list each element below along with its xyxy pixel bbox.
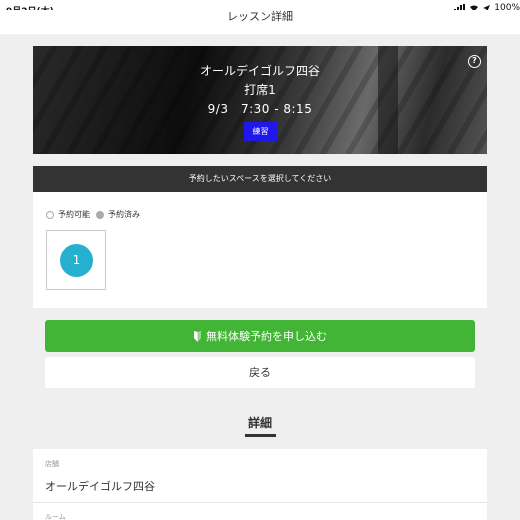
nav-bar: レッスン詳細 (0, 10, 520, 34)
store-label: 店舗 (45, 460, 59, 468)
space-select-panel: 予約可能 予約済み 1 (33, 192, 487, 308)
booked-dot-icon (96, 210, 104, 219)
available-dot-icon (46, 210, 54, 219)
seat-option[interactable]: 1 (46, 230, 106, 290)
details-section-title: 詳細 (247, 416, 272, 430)
room-label: ルーム (45, 513, 66, 520)
hero-store-name: オールデイゴルフ四谷 (199, 64, 320, 78)
question-circle-icon[interactable]: ? (468, 55, 481, 68)
legend-booked-label: 予約済み (108, 210, 140, 219)
lesson-hero-banner: オールデイゴルフ四谷 打席1 9/3 7:30 - 8:15 練習 ? (33, 46, 487, 154)
hero-datetime: 9/3 7:30 - 8:15 (207, 102, 313, 116)
seat-number[interactable]: 1 (60, 244, 93, 277)
lesson-type-badge: 練習 (244, 122, 277, 141)
seat-legend: 予約可能 予約済み (46, 209, 140, 220)
details-card: 店舗 オールデイゴルフ四谷 ルーム (33, 449, 487, 520)
beginner-leaf-icon (194, 330, 201, 342)
back-button[interactable]: 戻る (45, 357, 475, 388)
store-value: オールデイゴルフ四谷 (45, 480, 155, 493)
page-title: レッスン詳細 (227, 10, 293, 23)
details-divider (33, 502, 487, 503)
hero-seat-name: 打席1 (244, 83, 276, 97)
apply-free-trial-button[interactable]: 無料体験予約を申し込む (45, 320, 475, 352)
details-title-underline (245, 434, 276, 437)
space-select-header: 予約したいスペースを選択してください (33, 166, 487, 192)
legend-available-label: 予約可能 (58, 210, 90, 219)
apply-button-label: 無料体験予約を申し込む (206, 330, 327, 343)
